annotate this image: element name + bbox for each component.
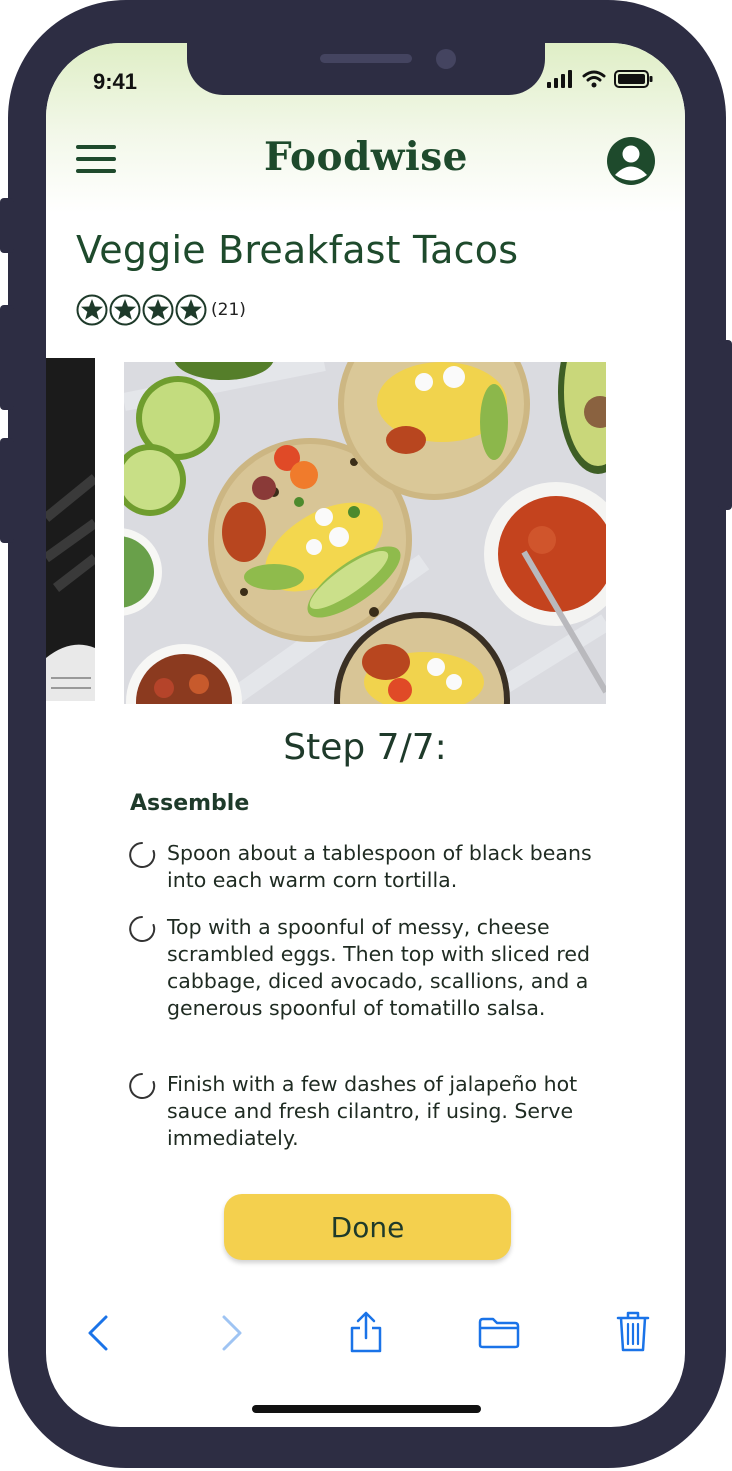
share-icon[interactable] [348,1310,384,1354]
task-text: Spoon about a tablespoon of black beans … [167,841,592,892]
task-text: Top with a spoonful of messy, cheese scr… [167,915,590,1020]
battery-icon [614,70,653,88]
step-title: Step 7/7: [283,727,447,768]
front-camera [436,49,456,69]
star-icon [175,294,207,326]
notch [187,43,545,95]
checkbox-circle-icon[interactable] [128,1072,156,1100]
silent-switch [0,198,14,253]
task-item[interactable]: Spoon about a tablespoon of black beans … [128,840,628,894]
done-button[interactable]: Done [224,1194,511,1260]
app-title: Foodwise [263,134,468,180]
back-icon[interactable] [84,1314,112,1352]
status-icons [546,70,654,88]
star-icon [76,294,108,326]
recipe-title: Veggie Breakfast Tacos [76,228,519,272]
trash-icon[interactable] [615,1310,651,1354]
hamburger-menu-icon[interactable] [76,143,116,175]
volume-up-button [0,305,14,410]
rating-count: (21) [211,300,246,320]
task-item[interactable]: Finish with a few dashes of jalapeño hot… [128,1071,628,1152]
volume-down-button [0,438,14,543]
forward-icon[interactable] [218,1314,246,1352]
recipe-step-photo [124,362,606,704]
checkbox-circle-icon[interactable] [128,915,156,943]
rating: (21) [76,294,246,326]
previous-step-image[interactable] [46,358,95,701]
checkbox-circle-icon[interactable] [128,841,156,869]
folder-icon[interactable] [477,1316,521,1350]
section-title: Assemble [130,791,250,816]
power-button [718,340,732,510]
star-icon [142,294,174,326]
speaker [320,54,412,63]
task-item[interactable]: Top with a spoonful of messy, cheese scr… [128,914,628,1022]
wifi-icon [582,70,606,88]
status-time: 9:41 [93,69,138,94]
star-icon [109,294,141,326]
home-indicator[interactable] [252,1405,481,1413]
signal-icon [547,70,572,88]
task-text: Finish with a few dashes of jalapeño hot… [167,1072,578,1150]
profile-icon[interactable] [606,136,656,186]
